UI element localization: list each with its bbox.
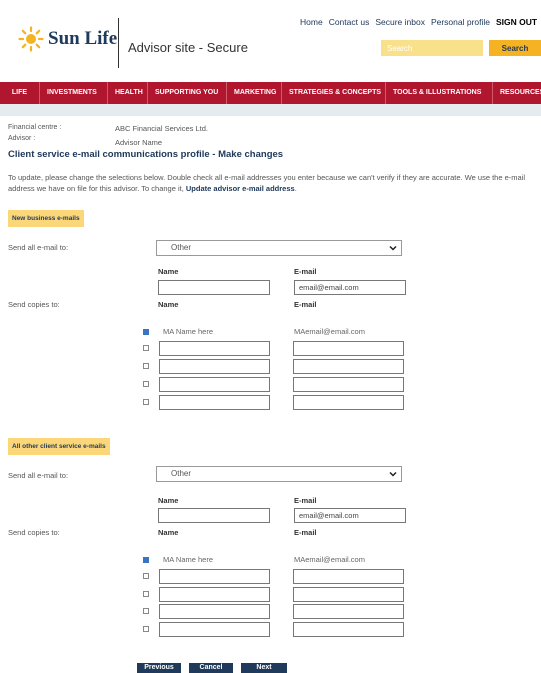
- email-header: E-mail: [294, 496, 317, 505]
- name-header: Name: [158, 496, 179, 505]
- copies-email-header: E-mail: [294, 528, 317, 537]
- top-links: Home Contact us Secure inbox Personal profi…: [300, 17, 537, 27]
- nav-life[interactable]: LIFE: [0, 82, 40, 104]
- copy-email-input[interactable]: [293, 377, 404, 392]
- copy-checkbox[interactable]: [143, 399, 149, 405]
- sun-life-logo[interactable]: Sun Life: [18, 18, 118, 68]
- advisor-label: Advisor :: [8, 135, 36, 142]
- chevron-down-icon: [389, 471, 397, 477]
- intro-text: To update, please change the selections …: [8, 172, 541, 194]
- site-title: Advisor site - Secure: [128, 40, 248, 55]
- copy-checkbox[interactable]: [143, 363, 149, 369]
- nav-health[interactable]: HEALTH: [108, 82, 148, 104]
- copy-checkbox[interactable]: [143, 626, 149, 632]
- financial-centre-label: Financial centre :: [8, 124, 62, 131]
- copy-name-input[interactable]: [159, 341, 270, 356]
- financial-centre-value: ABC Financial Services Ltd.: [115, 124, 208, 133]
- copy-email-input[interactable]: [293, 569, 404, 584]
- copy-name-input[interactable]: [159, 359, 270, 374]
- personal-profile-link[interactable]: Personal profile: [431, 17, 490, 27]
- copy-name-input[interactable]: [159, 622, 270, 637]
- ma-name: MA Name here: [163, 327, 214, 336]
- copy-checkbox-ma[interactable]: [143, 557, 149, 563]
- intro-suffix: .: [294, 184, 297, 193]
- copy-email-input[interactable]: [293, 604, 404, 619]
- next-button[interactable]: Next: [241, 663, 287, 673]
- search-input[interactable]: [381, 40, 483, 56]
- copy-name-input[interactable]: [159, 377, 270, 392]
- previous-button[interactable]: Previous: [137, 663, 181, 673]
- copy-email-input[interactable]: [293, 341, 404, 356]
- ma-email: MAemail@email.com: [294, 555, 365, 564]
- send-all-selected: Other: [171, 469, 192, 478]
- copies-name-header: Name: [158, 528, 179, 537]
- copy-email-input[interactable]: [293, 587, 404, 602]
- email-header: E-mail: [294, 267, 317, 276]
- name-header: Name: [158, 267, 179, 276]
- copy-name-input[interactable]: [159, 569, 270, 584]
- update-advisor-email-link[interactable]: Update advisor e-mail address: [186, 184, 295, 193]
- secure-inbox-link[interactable]: Secure inbox: [375, 17, 425, 27]
- send-all-select[interactable]: Other: [156, 240, 402, 256]
- ma-name: MA Name here: [163, 555, 214, 564]
- section-new-business-title: New business e-mails: [8, 210, 84, 227]
- copies-name-header: Name: [158, 300, 179, 309]
- send-all-selected: Other: [171, 243, 192, 252]
- copy-checkbox[interactable]: [143, 345, 149, 351]
- sub-bar: [0, 104, 541, 116]
- copies-email-header: E-mail: [294, 300, 317, 309]
- send-all-email-input[interactable]: email@email.com: [294, 508, 406, 523]
- copy-checkbox[interactable]: [143, 573, 149, 579]
- nav-tools-illustrations[interactable]: TOOLS & ILLUSTRATIONS: [386, 82, 493, 104]
- search-button[interactable]: Search: [489, 40, 541, 56]
- copy-checkbox-ma[interactable]: [143, 329, 149, 335]
- send-all-email-input[interactable]: email@email.com: [294, 280, 406, 295]
- copy-checkbox[interactable]: [143, 591, 149, 597]
- nav-strategies-concepts[interactable]: STRATEGIES & CONCEPTS: [282, 82, 386, 104]
- send-copies-label: Send copies to:: [8, 300, 60, 309]
- ma-email: MAemail@email.com: [294, 327, 365, 336]
- copy-checkbox[interactable]: [143, 608, 149, 614]
- copy-name-input[interactable]: [159, 587, 270, 602]
- home-link[interactable]: Home: [300, 17, 323, 27]
- send-all-select[interactable]: Other: [156, 466, 402, 482]
- advisor-value: Advisor Name: [115, 138, 163, 147]
- sun-icon: [18, 26, 44, 52]
- nav-investments[interactable]: INVESTMENTS: [40, 82, 108, 104]
- cancel-button[interactable]: Cancel: [189, 663, 233, 673]
- send-all-name-input[interactable]: [158, 280, 270, 295]
- copy-email-input[interactable]: [293, 395, 404, 410]
- send-copies-label: Send copies to:: [8, 528, 60, 537]
- contact-us-link[interactable]: Contact us: [329, 17, 370, 27]
- copy-email-input[interactable]: [293, 622, 404, 637]
- send-all-name-input[interactable]: [158, 508, 270, 523]
- nav-supporting-you[interactable]: SUPPORTING YOU: [148, 82, 227, 104]
- copy-checkbox[interactable]: [143, 381, 149, 387]
- chevron-down-icon: [389, 245, 397, 251]
- send-all-label: Send all e-mail to:: [8, 471, 69, 480]
- nav-resources[interactable]: RESOURCES: [493, 82, 541, 104]
- section-other-title: All other client service e-mails: [8, 438, 110, 455]
- send-all-label: Send all e-mail to:: [8, 243, 69, 252]
- page-title: Client service e-mail communications pro…: [8, 149, 284, 160]
- copy-email-input[interactable]: [293, 359, 404, 374]
- nav-marketing[interactable]: MARKETING: [227, 82, 282, 104]
- header-divider: [118, 18, 119, 68]
- sign-out-link[interactable]: SIGN OUT: [496, 17, 537, 27]
- copy-name-input[interactable]: [159, 604, 270, 619]
- copy-name-input[interactable]: [159, 395, 270, 410]
- logo-text: Sun Life: [48, 28, 118, 49]
- main-nav: LIFE INVESTMENTS HEALTH SUPPORTING YOU M…: [0, 82, 541, 104]
